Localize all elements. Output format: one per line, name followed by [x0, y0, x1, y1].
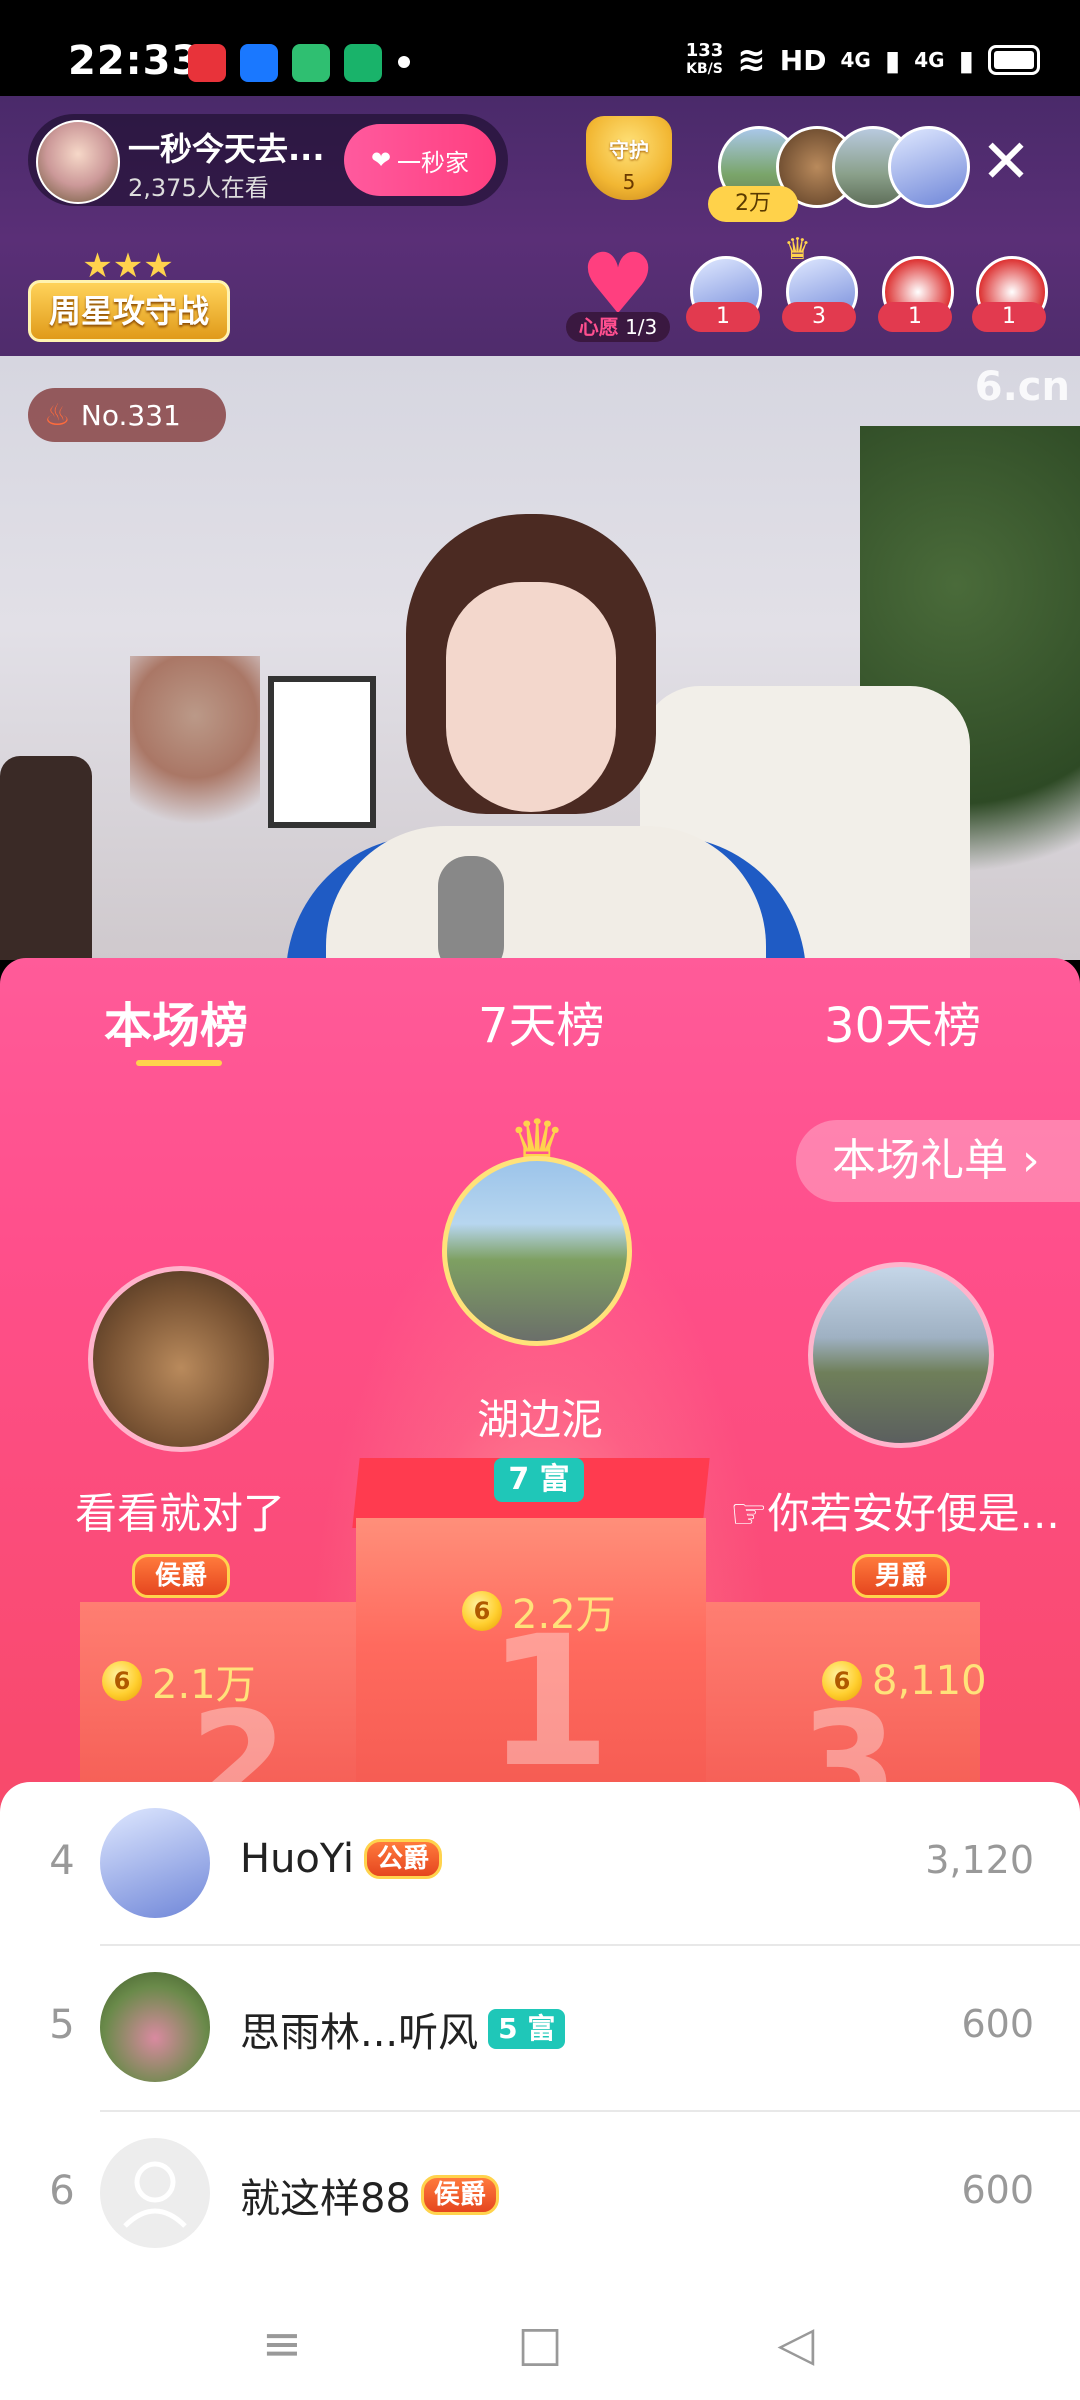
- status-time: 22:33: [68, 38, 201, 84]
- video-vase: [130, 656, 260, 856]
- list-item[interactable]: 4 HuoYi 公爵 3,120: [0, 1782, 1080, 1948]
- viewer-count: 2,375人在看: [128, 174, 269, 202]
- system-nav-bar: ≡ □ ◁: [0, 2290, 1080, 2400]
- home-square-icon[interactable]: □: [510, 2314, 570, 2374]
- coin-icon: 6: [102, 1661, 142, 1701]
- row-rank: 6: [49, 2168, 75, 2214]
- row-avatar[interactable]: [100, 1808, 210, 1918]
- second-place-noble-tag: 侯爵: [132, 1554, 230, 1598]
- tab-7-days[interactable]: 7天榜: [478, 986, 605, 1056]
- back-triangle-icon[interactable]: ◁: [766, 2314, 826, 2374]
- tab-this-session[interactable]: 本场榜: [104, 986, 248, 1056]
- noble-tag: 公爵: [364, 1839, 443, 1879]
- notification-app-icon: [344, 44, 382, 82]
- second-place-score: 6 2.1万: [102, 1652, 256, 1710]
- video-chair: [0, 756, 92, 960]
- watermark-logo: 6.cn: [974, 364, 1070, 410]
- coin-icon: 6: [822, 1661, 862, 1701]
- noble-tag: 侯爵: [420, 2175, 499, 2215]
- row-avatar[interactable]: [100, 1972, 210, 2082]
- guard-badge[interactable]: 守护 5: [586, 116, 672, 216]
- tab-30-days[interactable]: 30天榜: [824, 986, 981, 1056]
- microphone: [438, 856, 504, 960]
- notification-app-icon: [292, 44, 330, 82]
- live-video[interactable]: ♨ No.331 6.cn: [0, 356, 1080, 960]
- wish-progress: 心愿 1/3: [566, 312, 670, 342]
- signal-4g-1: 4G: [840, 48, 871, 72]
- row-name: HuoYi 公爵: [240, 1836, 443, 1882]
- top-coin-chip: 2万: [708, 186, 798, 222]
- gift-count: 3: [782, 302, 856, 332]
- anchor-avatar[interactable]: [36, 120, 120, 204]
- row-rank: 5: [49, 2002, 75, 2048]
- row-rank: 4: [49, 1838, 75, 1884]
- row-score: 3,120: [925, 1838, 1034, 1882]
- wifi-icon: ≋: [737, 40, 766, 80]
- net-speed: 133 KB/S: [685, 40, 724, 78]
- second-place-name[interactable]: 看看就对了: [40, 1480, 320, 1541]
- row-score: 600: [961, 2002, 1034, 2046]
- streamer-vest: [326, 826, 766, 960]
- more-notifications-dot: [398, 56, 410, 68]
- default-user-icon: [123, 2161, 187, 2228]
- gift-count: 1: [686, 302, 760, 332]
- coin-icon: 6: [462, 1591, 502, 1631]
- wish-heart[interactable]: ♥ 心愿 1/3: [566, 235, 670, 350]
- row-avatar-placeholder[interactable]: [100, 2138, 210, 2248]
- live-header: 一秒今天去... 2,375人在看 ❤ 一秒家 守护 5 2万 ✕ ★★★ 周星…: [0, 96, 1080, 356]
- gift-list-button[interactable]: 本场礼单 ›: [796, 1120, 1080, 1202]
- third-place-name[interactable]: ☞你若安好便是...: [730, 1480, 1060, 1541]
- signal-4g-2: 4G: [914, 48, 945, 72]
- weekly-badge-label: 周星攻守战: [28, 280, 230, 342]
- first-place-rich-tag: 7 富: [494, 1458, 584, 1502]
- rank-badge[interactable]: ♨ No.331: [28, 388, 226, 442]
- signal-bars-icon: ▮: [958, 43, 974, 77]
- row-name: 就这样88 侯爵: [240, 2166, 499, 2224]
- notification-app-icon: [240, 44, 278, 82]
- anchor-info[interactable]: 一秒今天去... 2,375人在看 ❤ 一秒家: [28, 114, 508, 206]
- first-place-name[interactable]: 湖边泥: [390, 1386, 690, 1447]
- status-bar: 22:33 133 KB/S ≋ HD 4G ▮ 4G ▮: [0, 0, 1080, 96]
- notification-app-icon: [188, 44, 226, 82]
- heart-icon: ❤: [370, 146, 392, 174]
- battery-icon: [988, 45, 1040, 75]
- tab-underline: [136, 1060, 222, 1066]
- heart-icon: ♥: [580, 235, 656, 333]
- follow-button[interactable]: ❤ 一秒家: [344, 124, 496, 196]
- signal-bars-icon: ▮: [884, 43, 901, 77]
- rich-tag: 5 富: [488, 2009, 566, 2049]
- gift-count: 1: [972, 302, 1046, 332]
- anchor-name: 一秒今天去...: [128, 130, 325, 168]
- top-viewer-avatar[interactable]: [888, 126, 970, 208]
- third-place-score: 6 8,110: [822, 1658, 987, 1704]
- first-place-score: 6 2.2万: [462, 1582, 616, 1640]
- list-item[interactable]: 6 就这样88 侯爵 600: [0, 2112, 1080, 2278]
- hd-label: HD: [779, 43, 827, 77]
- status-right-group: 133 KB/S ≋ HD 4G ▮ 4G ▮: [686, 40, 1040, 80]
- video-frame: [268, 676, 376, 828]
- guard-shield-icon: 守护 5: [586, 116, 672, 200]
- second-place-avatar[interactable]: [88, 1266, 274, 1452]
- list-item[interactable]: 5 思雨林...听风 5 富 600: [0, 1946, 1080, 2112]
- third-place-noble-tag: 男爵: [852, 1554, 950, 1598]
- menu-icon[interactable]: ≡: [252, 2314, 312, 2374]
- first-place-avatar[interactable]: [442, 1156, 632, 1346]
- row-score: 600: [961, 2168, 1034, 2212]
- row-name: 思雨林...听风 5 富: [240, 2000, 566, 2058]
- streamer-face: [446, 582, 616, 812]
- weekly-star-badge[interactable]: ★★★ 周星攻守战: [28, 246, 230, 342]
- fire-icon: ♨: [44, 397, 71, 433]
- close-icon[interactable]: ✕: [978, 132, 1034, 192]
- gift-count: 1: [878, 302, 952, 332]
- third-place-avatar[interactable]: [808, 1262, 994, 1448]
